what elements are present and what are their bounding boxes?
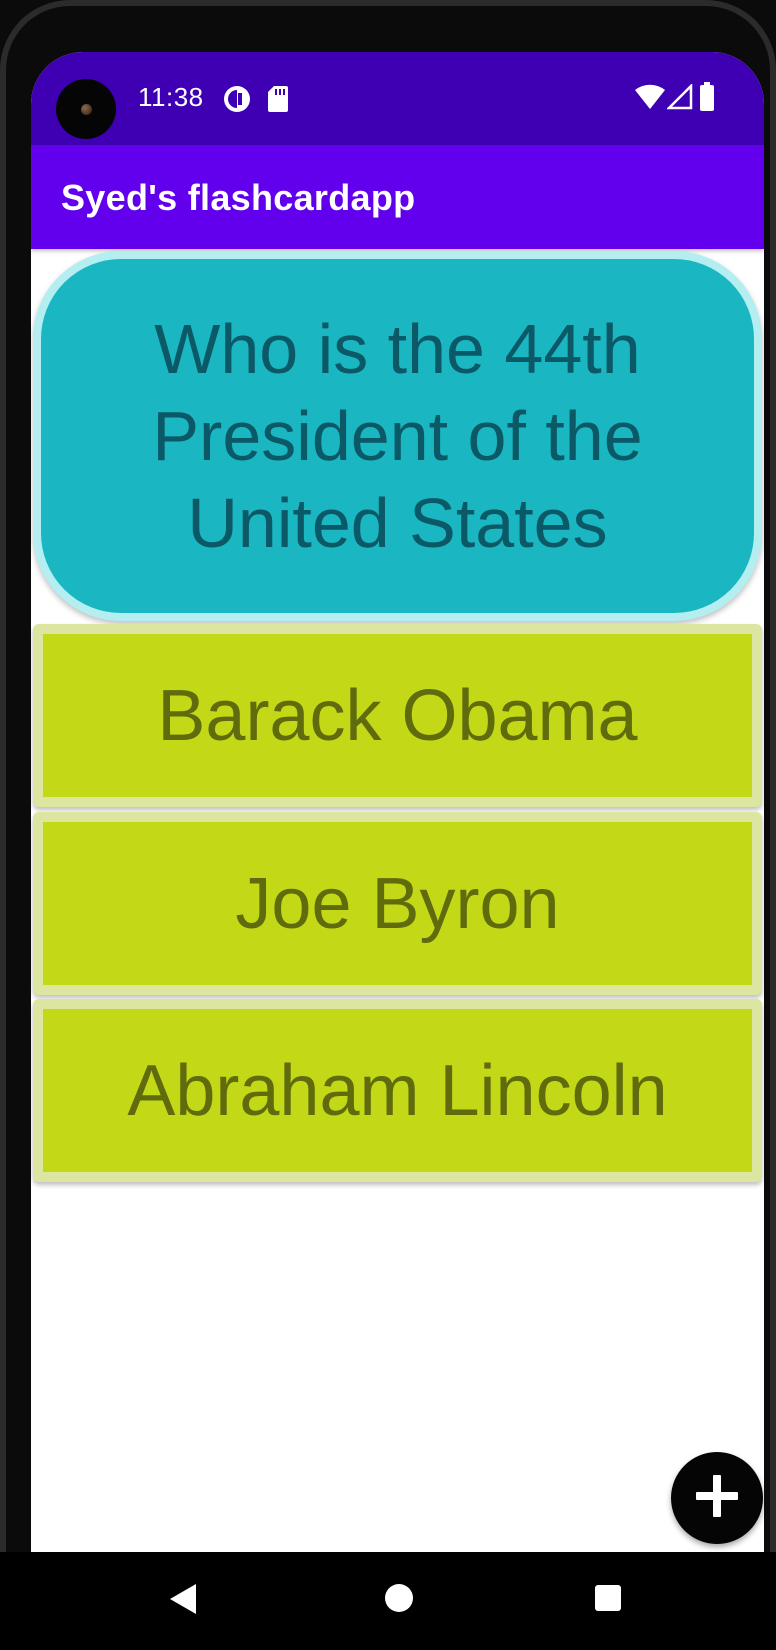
app-bar: Syed's flashcardapp — [31, 145, 764, 249]
answer-option-3[interactable]: Abraham Lincoln — [33, 999, 762, 1182]
cellular-signal-icon — [667, 84, 693, 110]
recents-icon[interactable] — [594, 1584, 622, 1612]
status-bar: 11:38 — [31, 52, 764, 145]
front-camera — [56, 79, 116, 139]
phone-screen: 11:38 Syed's flashcardapp Who is the 44t… — [31, 52, 764, 1650]
app-title: Syed's flashcardapp — [61, 177, 416, 218]
question-text: Who is the 44th President of the United … — [152, 309, 643, 562]
battery-icon — [699, 82, 715, 112]
phone-device: 11:38 Syed's flashcardapp Who is the 44t… — [0, 0, 776, 1650]
status-time: 11:38 — [138, 82, 204, 112]
device-speaker-grille — [300, 0, 490, 6]
answer-label: Barack Obama — [157, 675, 638, 756]
answer-option-1[interactable]: Barack Obama — [33, 624, 762, 807]
answer-label: Abraham Lincoln — [127, 1050, 668, 1131]
back-icon[interactable] — [168, 1582, 198, 1616]
home-icon[interactable] — [384, 1583, 414, 1613]
navigation-bar — [0, 1552, 776, 1650]
flashcard-question[interactable]: Who is the 44th President of the United … — [33, 251, 762, 621]
answer-label: Joe Byron — [235, 863, 560, 944]
add-card-button[interactable] — [671, 1452, 763, 1544]
answer-option-2[interactable]: Joe Byron — [33, 812, 762, 995]
wifi-icon — [635, 84, 665, 110]
notification-app-icon — [223, 85, 251, 113]
sd-card-icon — [267, 85, 289, 113]
plus-icon — [693, 1472, 741, 1525]
